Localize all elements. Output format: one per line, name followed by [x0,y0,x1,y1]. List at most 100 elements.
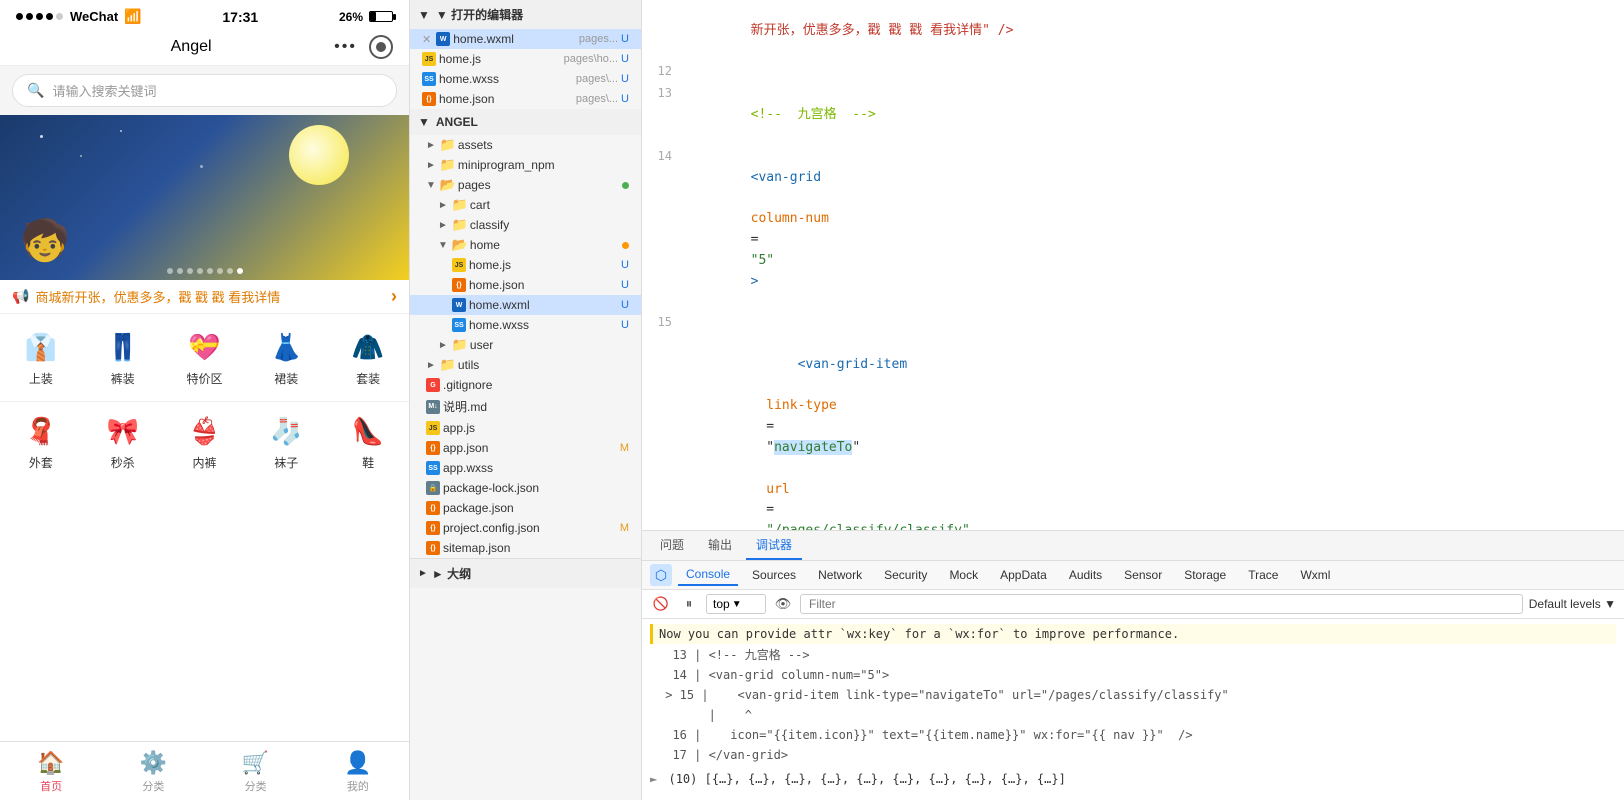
tab-home-icon: 🏠 [37,750,64,776]
file-project-config[interactable]: {} project.config.json M [410,518,641,538]
grid-item-2[interactable]: 💝 特价区 [164,322,246,393]
console-array-line[interactable]: ► (10) [{…}, {…}, {…}, {…}, {…}, {…}, {…… [650,769,1616,789]
grid-item-9[interactable]: 👠 鞋 [327,406,409,477]
grid-item-7[interactable]: 👙 内裤 [164,406,246,477]
banner-dot-6 [217,268,223,274]
folder-miniprogram-npm[interactable]: ► 📁 miniprogram_npm [410,155,641,175]
folder-assets[interactable]: ► 📁 assets [410,135,641,155]
tab-home[interactable]: 🏠 首页 [0,742,102,800]
devtools-cursor-btn[interactable]: ⬡ [650,564,672,586]
grid-item-3[interactable]: 👗 裙装 [245,322,327,393]
assets-chevron: ► [426,140,436,151]
context-selector[interactable]: top ▼ [706,594,766,614]
tab-output-label: 输出 [708,538,732,552]
open-file-home-wxml[interactable]: ✕ W home.wxml pages... U [410,29,641,49]
file-app-json[interactable]: {} app.json M [410,438,641,458]
search-icon: 🔍 [27,82,44,99]
more-dots[interactable]: ••• [334,38,357,56]
devtools-tab-audits[interactable]: Audits [1061,565,1110,585]
name-package-lock: package-lock.json [443,481,633,495]
tab-cart[interactable]: 🛒 分类 [205,742,307,800]
badge-u-wxml: U [621,33,633,45]
icon-md: M↓ [426,400,440,414]
grid-item-5[interactable]: 🧣 外套 [0,406,82,477]
angel-section-header[interactable]: ▼ ANGEL [410,109,641,135]
devtools-tab-network[interactable]: Network [810,565,870,585]
tab-classify1[interactable]: ⚙️ 分类 [102,742,204,800]
search-box[interactable]: 🔍 请输入搜索关键词 [12,74,397,107]
pause-btn[interactable]: ⏸ [678,593,700,615]
file-app-wxss[interactable]: SS app.wxss [410,458,641,478]
devtools-tab-security[interactable]: Security [876,565,935,585]
devtools-tab-console[interactable]: Console [678,564,738,586]
devtools-storage-label: Storage [1184,568,1226,582]
devtools-security-label: Security [884,568,927,582]
file-app-js[interactable]: JS app.js [410,418,641,438]
devtools-tab-storage[interactable]: Storage [1176,565,1234,585]
folder-classify[interactable]: ► 📁 classify [410,215,641,235]
tab-profile[interactable]: 👤 我的 [307,742,409,800]
tab-profile-icon: 👤 [344,750,371,776]
icon-sitemap: {} [426,541,440,555]
folder-utils[interactable]: ► 📁 utils [410,355,641,375]
file-sitemap[interactable]: {} sitemap.json [410,538,641,558]
category-grid-row1: 👔 上装 👖 裤装 💝 特价区 👗 裙装 🧥 套装 [0,314,409,402]
tab-debugger[interactable]: 调试器 [746,531,802,560]
editor-panel: 新开张，优惠多多，戳 戳 戳 看我详情" /> 12 13 <!-- 九宫格 -… [642,0,1624,800]
folder-home[interactable]: ▼ 📂 home [410,235,641,255]
tab-output[interactable]: 输出 [698,531,742,560]
grid-item-0[interactable]: 👔 上装 [0,322,82,393]
log-levels-label: Default levels ▼ [1529,597,1616,611]
devtools-tab-wxml[interactable]: Wxml [1292,565,1338,585]
console-warn-text: Now you can provide attr `wx:key` for a … [659,627,1179,641]
file-readme-md[interactable]: M↓ 说明.md [410,395,641,418]
eye-btn[interactable]: 👁 [772,593,794,615]
phone-banner: 🧒 [0,115,409,280]
announcement-bar[interactable]: 📢 商城新开张，优惠多多，戳 戳 戳 看我详情 › [0,280,409,314]
grid-item-6[interactable]: 🎀 秒杀 [82,406,164,477]
open-file-home-wxss[interactable]: SS home.wxss pages\... U [410,69,641,89]
tab-home-label: 首页 [40,778,62,794]
console-filter-input[interactable] [800,594,1523,614]
folder-name-utils: utils [458,358,633,372]
outline-section[interactable]: ► ► 大纲 [410,558,641,588]
open-file-home-js[interactable]: JS home.js pages\ho... U [410,49,641,69]
file-home-js[interactable]: JS home.js U [410,255,641,275]
file-package-json[interactable]: {} package.json [410,498,641,518]
code-line-11: 新开张，优惠多多，戳 戳 戳 看我详情" /> [642,0,1624,62]
file-home-json[interactable]: {} home.json U [410,275,641,295]
tab-issues[interactable]: 问题 [650,531,694,560]
banner-dot-7 [227,268,233,274]
close-btn-wxml[interactable]: ✕ [422,33,431,46]
file-gitignore[interactable]: G .gitignore [410,375,641,395]
folder-user[interactable]: ► 📁 user [410,335,641,355]
grid-item-1[interactable]: 👖 裤装 [82,322,164,393]
devtools-tab-appdata[interactable]: AppData [992,565,1055,585]
announce-arrow[interactable]: › [391,286,397,307]
devtools-tab-mock[interactable]: Mock [941,565,986,585]
folder-pages[interactable]: ▼ 📂 pages [410,175,641,195]
header-icons[interactable]: ••• [334,35,393,59]
grid-item-8[interactable]: 🧦 袜子 [245,406,327,477]
folder-cart[interactable]: ► 📁 cart [410,195,641,215]
devtools-tab-sources[interactable]: Sources [744,565,804,585]
devtools-tab-trace[interactable]: Trace [1240,565,1286,585]
open-file-home-json[interactable]: {} home.json pages\... U [410,89,641,109]
array-expand-icon[interactable]: ► [650,772,657,786]
clear-console-btn[interactable]: 🚫 [650,593,672,615]
file-home-wxss[interactable]: SS home.wxss U [410,315,641,335]
open-editors-header[interactable]: ▼ ▼ 打开的编辑器 [410,0,641,29]
log-levels-selector[interactable]: Default levels ▼ [1529,597,1616,611]
name-app-js: app.js [443,421,633,435]
code-editor[interactable]: 新开张，优惠多多，戳 戳 戳 看我详情" /> 12 13 <!-- 九宫格 -… [642,0,1624,530]
file-home-wxml[interactable]: W home.wxml U [410,295,641,315]
grid-item-4[interactable]: 🧥 套装 [327,322,409,393]
console-code-line-14: 14 | <van-grid column-num="5"> [650,665,1616,685]
console-code-line-17: 17 | </van-grid> [650,745,1616,765]
phone-simulator: WeChat 📶 17:31 26% Angel ••• 🔍 请输入搜索关键词 [0,0,410,800]
record-button[interactable] [369,35,393,59]
banner-dots [167,268,243,274]
file-package-lock[interactable]: 🔒 package-lock.json [410,478,641,498]
angel-chevron: ▼ [418,115,430,129]
devtools-tab-sensor[interactable]: Sensor [1116,565,1170,585]
